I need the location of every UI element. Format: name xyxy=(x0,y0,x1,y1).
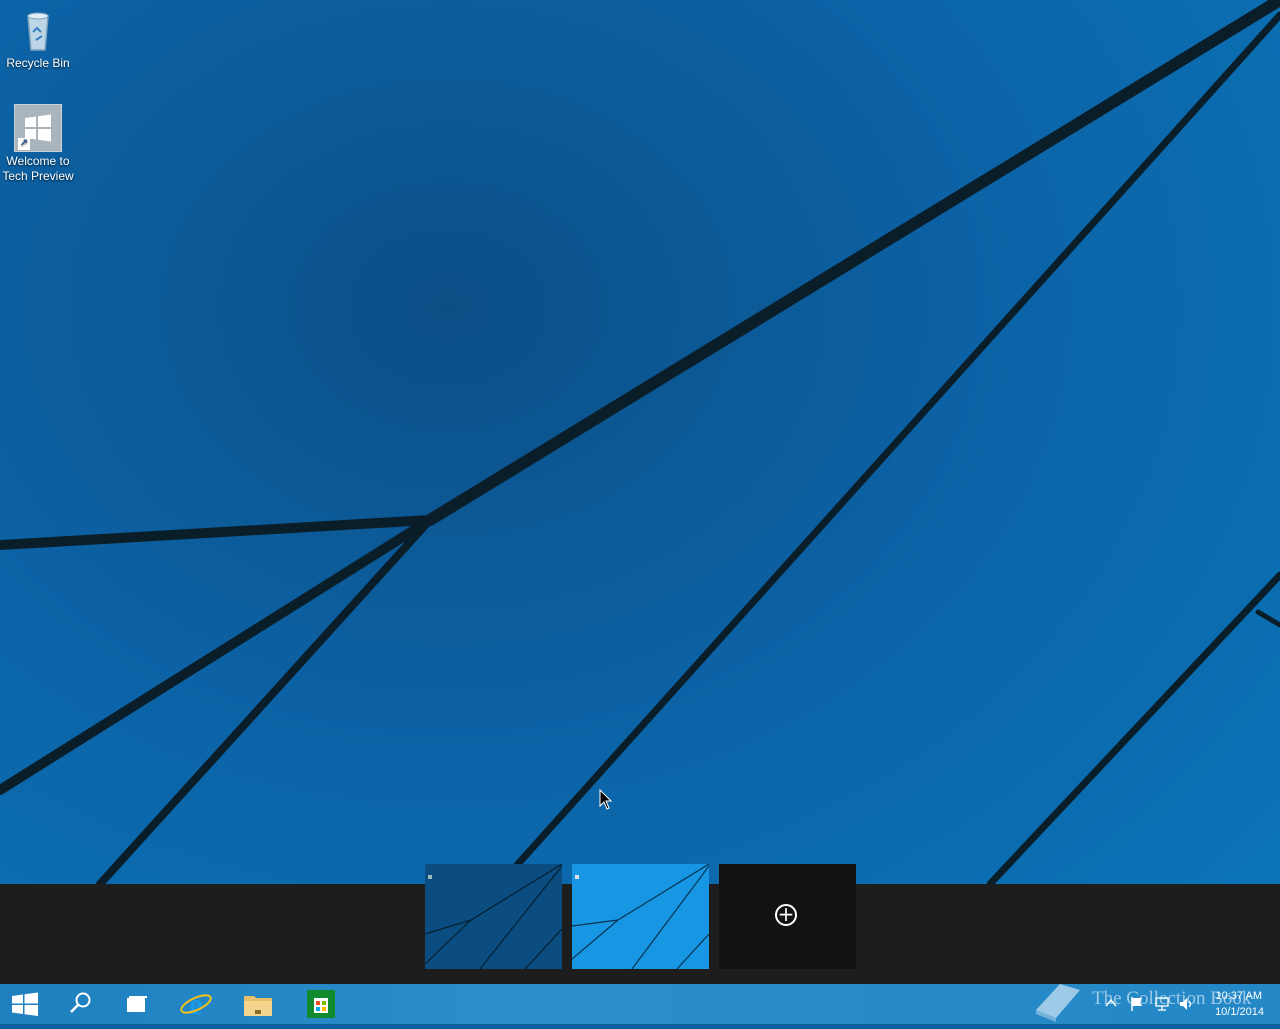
task-view-icon xyxy=(127,996,147,1012)
welcome-label-line2: Tech Preview xyxy=(2,169,74,183)
mouse-cursor-icon xyxy=(599,789,613,810)
clock-time[interactable]: 10:37 AM xyxy=(1200,990,1262,1002)
clock-date[interactable]: 10/1/2014 xyxy=(1200,1006,1264,1018)
volume-icon[interactable] xyxy=(1178,996,1194,1012)
file-explorer-button[interactable] xyxy=(230,984,286,1024)
desktop-2-thumbnail[interactable] xyxy=(572,864,709,969)
plus-circle-icon: + xyxy=(775,904,797,926)
windows-logo-icon: ↗ xyxy=(14,104,62,152)
windows-logo-icon xyxy=(12,992,38,1016)
recycle-bin-desktop-icon[interactable]: Recycle Bin xyxy=(0,6,76,71)
network-icon[interactable] xyxy=(1154,996,1170,1012)
welcome-desktop-icon[interactable]: ↗ Welcome to Tech Preview xyxy=(0,104,76,184)
folder-icon xyxy=(244,996,272,1016)
store-icon xyxy=(307,990,335,1018)
internet-explorer-button[interactable]: e xyxy=(168,984,224,1024)
book-logo-icon xyxy=(1036,984,1080,1022)
welcome-label-line1: Welcome to xyxy=(6,154,70,168)
flag-icon[interactable] xyxy=(1130,996,1144,1012)
start-button[interactable] xyxy=(0,984,56,1024)
task-view-button[interactable] xyxy=(108,984,164,1024)
recycle-bin-label: Recycle Bin xyxy=(6,56,70,70)
store-button[interactable] xyxy=(292,984,348,1024)
recycle-bin-icon xyxy=(14,6,62,54)
search-icon xyxy=(70,992,91,1013)
svg-text:e: e xyxy=(189,988,202,1021)
search-button[interactable] xyxy=(52,984,108,1024)
internet-explorer-icon: e xyxy=(180,988,212,1021)
taskbar: e The Collection Book 10:37 AM 10/1/2014 xyxy=(0,984,1280,1024)
add-desktop-button[interactable]: + xyxy=(719,864,856,969)
chevron-up-icon[interactable] xyxy=(1104,996,1118,1010)
shortcut-arrow-icon: ↗ xyxy=(18,138,30,150)
desktop-1-thumbnail[interactable] xyxy=(425,864,562,969)
